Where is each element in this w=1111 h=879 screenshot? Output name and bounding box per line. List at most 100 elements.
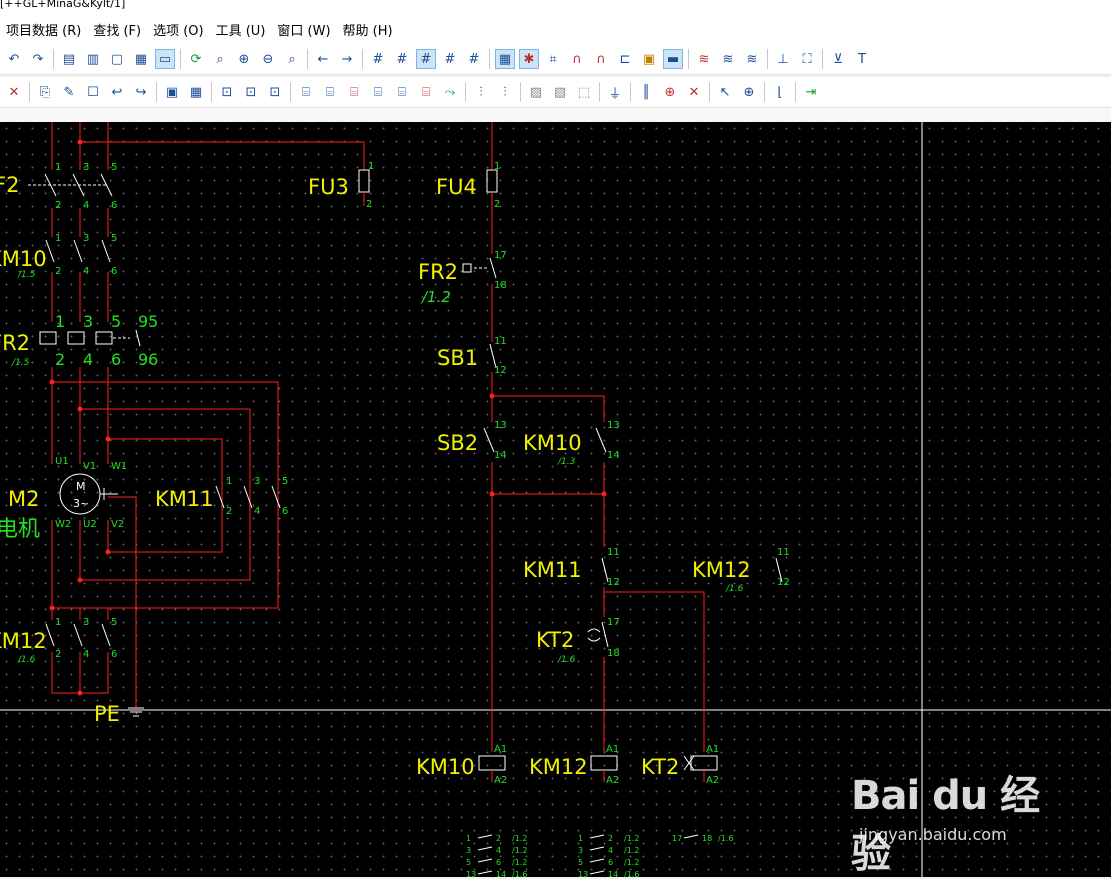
page-icon[interactable]: ▤ (59, 49, 79, 69)
bus-b-icon[interactable]: ⊕ (660, 82, 680, 102)
undo-icon[interactable]: ↶ (4, 49, 24, 69)
pin: 4 (254, 506, 260, 517)
properties-icon[interactable]: ☐ (83, 82, 103, 102)
redo-icon[interactable]: ↷ (28, 49, 48, 69)
pin: 17 (494, 250, 507, 261)
zoom-100-icon[interactable]: ⌕ (282, 49, 302, 69)
magnet-double-icon[interactable]: ∩ (591, 49, 611, 69)
menu-item-find[interactable]: 查找 (F) (87, 20, 147, 39)
pin: W2 (55, 519, 71, 530)
xref-contact-mark (589, 834, 605, 839)
select-b-icon[interactable]: ⊡ (241, 82, 261, 102)
pin: 3 (254, 476, 260, 487)
cross-icon[interactable]: ⊕ (739, 82, 759, 102)
pin: 6 (111, 266, 117, 277)
arrow-line-icon[interactable]: ⇥ (801, 82, 821, 102)
select-a-icon[interactable]: ⊡ (217, 82, 237, 102)
magnet-icon[interactable]: ∩ (567, 49, 587, 69)
table-icon[interactable]: ▦ (131, 49, 151, 69)
cart-icon[interactable]: ⊻ (828, 49, 848, 69)
page-gray-icon[interactable]: ▥ (83, 49, 103, 69)
doc-check-icon[interactable]: ▢ (107, 49, 127, 69)
wire-a-icon[interactable]: ⌸ (296, 82, 316, 102)
grid-d-icon[interactable]: # (440, 49, 460, 69)
connect-icon[interactable]: ⊏ (615, 49, 635, 69)
pointer-icon[interactable]: ↖ (715, 82, 735, 102)
bus-c-icon[interactable]: ✕ (684, 82, 704, 102)
pin-icon[interactable]: ⊥ (773, 49, 793, 69)
terminal-b-icon[interactable]: ⫶ (495, 82, 515, 102)
select-c-icon[interactable]: ⊡ (265, 82, 285, 102)
wire-f-icon[interactable]: ⌸ (416, 82, 436, 102)
format-a-icon[interactable]: ≋ (694, 49, 714, 69)
wire-d-icon[interactable]: ⌸ (368, 82, 388, 102)
hash-icon[interactable]: ⌗ (543, 49, 563, 69)
wire-e-icon[interactable]: ⌸ (392, 82, 412, 102)
xref-cell: 5 (466, 858, 471, 867)
xref-cell: 18 (702, 834, 712, 843)
reverse-icon[interactable]: ↩ (107, 82, 127, 102)
label-FR2: FR2 (0, 331, 30, 355)
zoom-out-icon[interactable]: ⊖ (258, 49, 278, 69)
watermark-logo: Bai du 经验 (851, 773, 1040, 877)
toolbar-separator (53, 49, 54, 69)
image-icon[interactable]: ▣ (639, 49, 659, 69)
copy-icon[interactable]: ⎘ (35, 82, 55, 102)
switch-symbols (28, 169, 498, 717)
grid-c-icon[interactable]: # (416, 49, 436, 69)
frame-select-icon[interactable]: ⛶ (797, 49, 817, 69)
new-icon[interactable]: ✎ (59, 82, 79, 102)
zoom-fit-icon[interactable]: ⌕ (210, 49, 230, 69)
grid-e-icon[interactable]: # (464, 49, 484, 69)
pin: A1 (494, 744, 507, 755)
cable-icon[interactable]: ⏚ (605, 82, 625, 102)
hatch-a-icon[interactable]: ▨ (526, 82, 546, 102)
terminal-a-icon[interactable]: ⫶ (471, 82, 491, 102)
wire-g-icon[interactable]: ⤳ (440, 82, 460, 102)
toolbar-separator (630, 82, 631, 102)
format-c-icon[interactable]: ≋ (742, 49, 762, 69)
grid-on-icon[interactable]: ▦ (495, 49, 515, 69)
menu-item-options[interactable]: 选项 (O) (147, 20, 210, 39)
export-icon[interactable]: ↪ (131, 82, 151, 102)
format-b-icon[interactable]: ≋ (718, 49, 738, 69)
xref: /1.5 (17, 270, 36, 280)
corner-icon[interactable]: ⌊ (770, 82, 790, 102)
motor-glyph: M 3~ (73, 480, 89, 510)
bus-a-icon[interactable]: ║ (636, 82, 656, 102)
hatch-b-icon[interactable]: ▧ (550, 82, 570, 102)
pin: 2 (55, 266, 61, 277)
pin: 95 (138, 312, 158, 331)
menu-item-window[interactable]: 窗口 (W) (271, 20, 336, 39)
toolbar-separator (307, 49, 308, 69)
xref-cell: 13 (578, 870, 588, 877)
menu-item-project-data[interactable]: 项目数据 (R) (0, 20, 87, 39)
wire-c-icon[interactable]: ⌸ (344, 82, 364, 102)
menu-item-tools[interactable]: 工具 (U) (210, 20, 272, 39)
pin: 12 (607, 577, 620, 588)
grid-b-icon[interactable]: # (392, 49, 412, 69)
pin: 11 (494, 336, 507, 347)
device-icon[interactable]: ▣ (162, 82, 182, 102)
refresh-icon[interactable]: ⟳ (186, 49, 206, 69)
grid-a-icon[interactable]: # (368, 49, 388, 69)
table-edit-icon[interactable]: ▦ (186, 82, 206, 102)
text-insert-icon[interactable]: T (852, 49, 872, 69)
delete-icon[interactable]: ✕ (4, 82, 24, 102)
menu-item-help[interactable]: 帮助 (H) (337, 20, 399, 39)
toolbar-separator (520, 82, 521, 102)
layer-icon[interactable]: ▬ (663, 49, 683, 69)
toolbar-separator (688, 49, 689, 69)
fr2-pin-numbers: 1 3 5 95 2 4 6 96 (55, 312, 158, 369)
pin: 3 (83, 233, 89, 244)
hatch-c-icon[interactable]: ⬚ (574, 82, 594, 102)
monitor-icon[interactable]: ▭ (155, 49, 175, 69)
xref: /1.5 (11, 358, 30, 368)
arrow-right-icon[interactable]: → (337, 49, 357, 69)
pin: U1 (55, 456, 69, 467)
arrow-left-icon[interactable]: ← (313, 49, 333, 69)
watermark-url: jingyan.baidu.com (859, 825, 1007, 844)
wire-b-icon[interactable]: ⌸ (320, 82, 340, 102)
zoom-in-icon[interactable]: ⊕ (234, 49, 254, 69)
grid-snap-icon[interactable]: ✱ (519, 49, 539, 69)
